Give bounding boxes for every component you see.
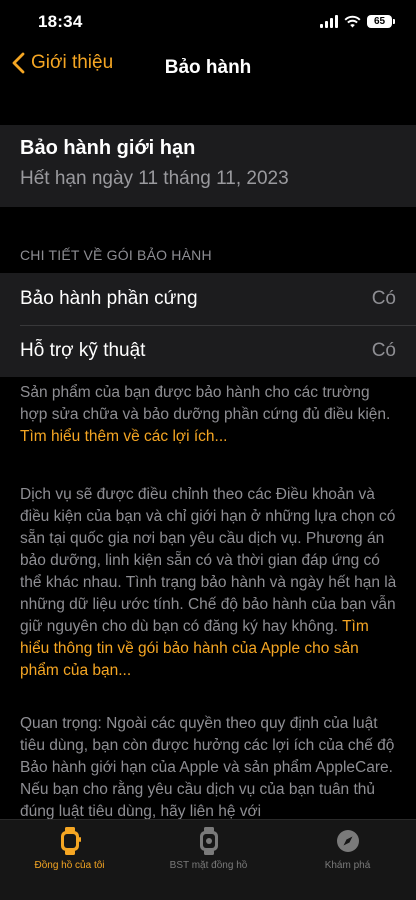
battery-icon: 65 [367, 15, 395, 28]
detail-label: Hỗ trợ kỹ thuật [20, 340, 146, 361]
cellular-signal-icon [320, 15, 338, 28]
learn-more-benefits-link[interactable]: Tìm hiểu thêm về các lợi ích... [20, 428, 227, 445]
warranty-detail-list: Bảo hành phần cứng Có Hỗ trợ kỹ thuật Có [0, 273, 416, 377]
tab-discover[interactable]: Khám phá [278, 826, 416, 871]
tab-label: BST mặt đồng hồ [169, 860, 248, 871]
status-time: 18:34 [38, 12, 83, 31]
info-text: Dịch vụ sẽ được điều chỉnh theo các Điều… [20, 486, 397, 635]
compass-icon [336, 830, 359, 852]
warranty-title: Bảo hành giới hạn [20, 137, 196, 159]
detail-value: Có [371, 340, 396, 361]
warranty-expiry: Hết hạn ngày 11 tháng 11, 2023 [20, 168, 289, 189]
tab-bar: Đồng hồ của tôi BST mặt đồng hồ Khám phá [0, 819, 416, 900]
wifi-icon [344, 15, 361, 28]
watch-icon [60, 827, 81, 855]
info-text: Quan trọng: Ngoài các quyền theo quy địn… [20, 715, 395, 820]
tab-label: Khám phá [324, 860, 371, 871]
detail-row-hardware: Bảo hành phần cứng Có [0, 273, 416, 325]
page-title: Bảo hành [164, 57, 252, 78]
detail-row-tech-support: Hỗ trợ kỹ thuật Có [0, 325, 416, 377]
tab-my-watch[interactable]: Đồng hồ của tôi [0, 826, 139, 871]
tab-watch-faces[interactable]: BST mặt đồng hồ [139, 826, 278, 871]
tab-label: Đồng hồ của tôi [34, 860, 105, 871]
info-paragraph-terms: Dịch vụ sẽ được điều chỉnh theo các Điều… [20, 484, 398, 682]
section-header-details: CHI TIẾT VỀ GÓI BẢO HÀNH [20, 247, 212, 263]
info-paragraph-important: Quan trọng: Ngoài các quyền theo quy địn… [20, 713, 398, 823]
watch-face-icon [199, 827, 218, 855]
detail-value: Có [371, 288, 396, 309]
navigation-bar: Giới thiệu Bảo hành [0, 48, 416, 92]
warranty-summary: Bảo hành giới hạn Hết hạn ngày 11 tháng … [0, 125, 416, 207]
info-text: Sản phẩm của bạn được bảo hành cho các t… [20, 384, 391, 423]
detail-label: Bảo hành phần cứng [20, 288, 198, 309]
status-bar: 18:34 65 [0, 0, 416, 48]
status-icons: 65 [320, 15, 395, 28]
info-paragraph-benefits: Sản phẩm của bạn được bảo hành cho các t… [20, 382, 398, 448]
